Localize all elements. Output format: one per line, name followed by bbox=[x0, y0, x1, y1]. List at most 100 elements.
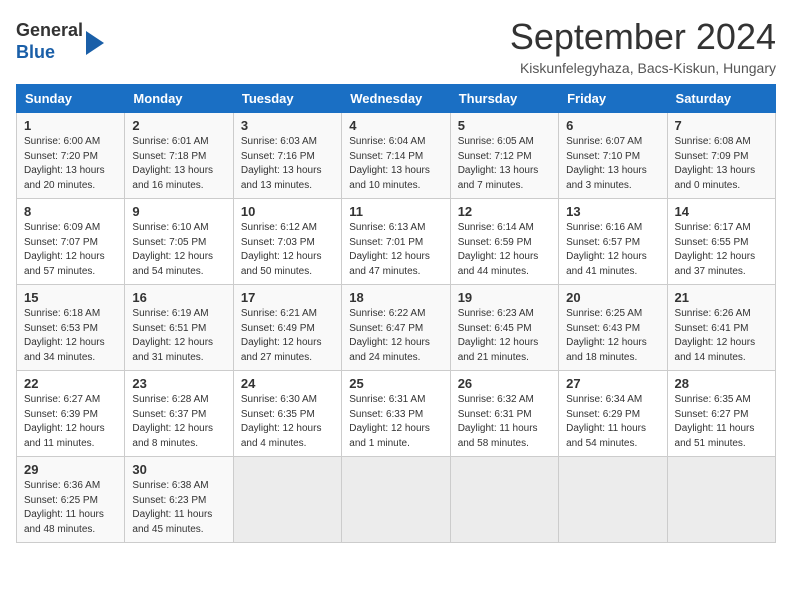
day-info: Sunrise: 6:04 AMSunset: 7:14 PMDaylight:… bbox=[349, 135, 442, 193]
col-saturday: Saturday bbox=[667, 85, 775, 113]
day-number: 30 bbox=[132, 462, 225, 477]
day-info: Sunrise: 6:07 AMSunset: 7:10 PMDaylight:… bbox=[566, 135, 659, 193]
day-info: Sunrise: 6:18 AMSunset: 6:53 PMDaylight:… bbox=[24, 307, 117, 365]
table-row: 23Sunrise: 6:28 AMSunset: 6:37 PMDayligh… bbox=[125, 371, 233, 457]
day-info: Sunrise: 6:30 AMSunset: 6:35 PMDaylight:… bbox=[241, 393, 334, 451]
calendar-week-5: 29 Sunrise: 6:36 AMSunset: 6:25 PMDayligh… bbox=[17, 457, 776, 543]
table-row bbox=[233, 457, 341, 543]
day-info: Sunrise: 6:08 AMSunset: 7:09 PMDaylight:… bbox=[675, 135, 768, 193]
day-info: Sunrise: 6:00 AMSunset: 7:20 PMDaylight:… bbox=[24, 135, 117, 193]
day-number: 7 bbox=[675, 118, 768, 133]
page-header: General Blue September 2024 Kiskunfelegy… bbox=[16, 16, 776, 76]
table-row bbox=[667, 457, 775, 543]
day-info: Sunrise: 6:31 AMSunset: 6:33 PMDaylight:… bbox=[349, 393, 442, 451]
day-number: 18 bbox=[349, 290, 442, 305]
table-row: 11 Sunrise: 6:13 AMSunset: 7:01 PMDayligh… bbox=[342, 199, 450, 285]
day-number: 2 bbox=[132, 118, 225, 133]
day-number: 16 bbox=[132, 290, 225, 305]
day-number: 28 bbox=[675, 376, 768, 391]
day-info: Sunrise: 6:21 AMSunset: 6:49 PMDaylight:… bbox=[241, 307, 334, 365]
calendar-week-4: 22 Sunrise: 6:27 AMSunset: 6:39 PMDayligh… bbox=[17, 371, 776, 457]
day-number: 14 bbox=[675, 204, 768, 219]
table-row: 1 Sunrise: 6:00 AMSunset: 7:20 PMDaylight… bbox=[17, 113, 125, 199]
table-row: 6 Sunrise: 6:07 AMSunset: 7:10 PMDaylight… bbox=[559, 113, 667, 199]
day-number: 24 bbox=[241, 376, 334, 391]
logo-blue: Blue bbox=[16, 42, 55, 62]
table-row: 10 Sunrise: 6:12 AMSunset: 7:03 PMDayligh… bbox=[233, 199, 341, 285]
day-number: 19 bbox=[458, 290, 551, 305]
day-number: 6 bbox=[566, 118, 659, 133]
day-number: 3 bbox=[241, 118, 334, 133]
table-row: 30 Sunrise: 6:38 AMSunset: 6:23 PMDayligh… bbox=[125, 457, 233, 543]
day-number: 13 bbox=[566, 204, 659, 219]
day-number: 15 bbox=[24, 290, 117, 305]
table-row: 12Sunrise: 6:14 AMSunset: 6:59 PMDayligh… bbox=[450, 199, 558, 285]
day-number: 5 bbox=[458, 118, 551, 133]
day-number: 10 bbox=[241, 204, 334, 219]
calendar-header-row: Sunday Monday Tuesday Wednesday Thursday… bbox=[17, 85, 776, 113]
table-row: 21 Sunrise: 6:26 AMSunset: 6:41 PMDayligh… bbox=[667, 285, 775, 371]
table-row: 27Sunrise: 6:34 AMSunset: 6:29 PMDayligh… bbox=[559, 371, 667, 457]
day-number: 21 bbox=[675, 290, 768, 305]
day-info: Sunrise: 6:14 AMSunset: 6:59 PMDaylight:… bbox=[458, 221, 551, 279]
table-row: 8Sunrise: 6:09 AMSunset: 7:07 PMDaylight… bbox=[17, 199, 125, 285]
table-row: 18Sunrise: 6:22 AMSunset: 6:47 PMDayligh… bbox=[342, 285, 450, 371]
day-info: Sunrise: 6:34 AMSunset: 6:29 PMDaylight:… bbox=[566, 393, 659, 451]
calendar-week-1: 1 Sunrise: 6:00 AMSunset: 7:20 PMDaylight… bbox=[17, 113, 776, 199]
table-row bbox=[342, 457, 450, 543]
table-row: 26 Sunrise: 6:32 AMSunset: 6:31 PMDayligh… bbox=[450, 371, 558, 457]
logo: General Blue bbox=[16, 20, 104, 63]
day-info: Sunrise: 6:38 AMSunset: 6:23 PMDaylight:… bbox=[132, 479, 225, 537]
day-number: 26 bbox=[458, 376, 551, 391]
table-row: 22 Sunrise: 6:27 AMSunset: 6:39 PMDayligh… bbox=[17, 371, 125, 457]
col-tuesday: Tuesday bbox=[233, 85, 341, 113]
table-row: 2 Sunrise: 6:01 AMSunset: 7:18 PMDaylight… bbox=[125, 113, 233, 199]
day-info: Sunrise: 6:12 AMSunset: 7:03 PMDaylight:… bbox=[241, 221, 334, 279]
calendar-week-2: 8Sunrise: 6:09 AMSunset: 7:07 PMDaylight… bbox=[17, 199, 776, 285]
table-row: 15 Sunrise: 6:18 AMSunset: 6:53 PMDayligh… bbox=[17, 285, 125, 371]
table-row: 20 Sunrise: 6:25 AMSunset: 6:43 PMDayligh… bbox=[559, 285, 667, 371]
table-row: 29 Sunrise: 6:36 AMSunset: 6:25 PMDayligh… bbox=[17, 457, 125, 543]
table-row: 5 Sunrise: 6:05 AMSunset: 7:12 PMDaylight… bbox=[450, 113, 558, 199]
col-thursday: Thursday bbox=[450, 85, 558, 113]
table-row: 24 Sunrise: 6:30 AMSunset: 6:35 PMDayligh… bbox=[233, 371, 341, 457]
day-info: Sunrise: 6:36 AMSunset: 6:25 PMDaylight:… bbox=[24, 479, 117, 537]
day-number: 25 bbox=[349, 376, 442, 391]
day-number: 11 bbox=[349, 204, 442, 219]
day-info: Sunrise: 6:01 AMSunset: 7:18 PMDaylight:… bbox=[132, 135, 225, 193]
table-row: 13 Sunrise: 6:16 AMSunset: 6:57 PMDayligh… bbox=[559, 199, 667, 285]
day-info: Sunrise: 6:17 AMSunset: 6:55 PMDaylight:… bbox=[675, 221, 768, 279]
day-info: Sunrise: 6:27 AMSunset: 6:39 PMDaylight:… bbox=[24, 393, 117, 451]
day-number: 29 bbox=[24, 462, 117, 477]
location-subtitle: Kiskunfelegyhaza, Bacs-Kiskun, Hungary bbox=[510, 60, 776, 76]
table-row: 14 Sunrise: 6:17 AMSunset: 6:55 PMDayligh… bbox=[667, 199, 775, 285]
logo-arrow-icon bbox=[86, 31, 104, 55]
day-number: 1 bbox=[24, 118, 117, 133]
day-info: Sunrise: 6:13 AMSunset: 7:01 PMDaylight:… bbox=[349, 221, 442, 279]
table-row: 3Sunrise: 6:03 AMSunset: 7:16 PMDaylight… bbox=[233, 113, 341, 199]
day-info: Sunrise: 6:05 AMSunset: 7:12 PMDaylight:… bbox=[458, 135, 551, 193]
day-number: 9 bbox=[132, 204, 225, 219]
table-row bbox=[559, 457, 667, 543]
day-number: 20 bbox=[566, 290, 659, 305]
day-info: Sunrise: 6:16 AMSunset: 6:57 PMDaylight:… bbox=[566, 221, 659, 279]
col-wednesday: Wednesday bbox=[342, 85, 450, 113]
col-friday: Friday bbox=[559, 85, 667, 113]
day-info: Sunrise: 6:23 AMSunset: 6:45 PMDaylight:… bbox=[458, 307, 551, 365]
calendar-week-3: 15 Sunrise: 6:18 AMSunset: 6:53 PMDayligh… bbox=[17, 285, 776, 371]
day-info: Sunrise: 6:25 AMSunset: 6:43 PMDaylight:… bbox=[566, 307, 659, 365]
col-sunday: Sunday bbox=[17, 85, 125, 113]
day-info: Sunrise: 6:26 AMSunset: 6:41 PMDaylight:… bbox=[675, 307, 768, 365]
table-row: 7 Sunrise: 6:08 AMSunset: 7:09 PMDaylight… bbox=[667, 113, 775, 199]
day-number: 22 bbox=[24, 376, 117, 391]
day-info: Sunrise: 6:10 AMSunset: 7:05 PMDaylight:… bbox=[132, 221, 225, 279]
day-info: Sunrise: 6:32 AMSunset: 6:31 PMDaylight:… bbox=[458, 393, 551, 451]
table-row: 9 Sunrise: 6:10 AMSunset: 7:05 PMDaylight… bbox=[125, 199, 233, 285]
table-row: 16 Sunrise: 6:19 AMSunset: 6:51 PMDayligh… bbox=[125, 285, 233, 371]
day-info: Sunrise: 6:35 AMSunset: 6:27 PMDaylight:… bbox=[675, 393, 768, 451]
day-info: Sunrise: 6:19 AMSunset: 6:51 PMDaylight:… bbox=[132, 307, 225, 365]
table-row bbox=[450, 457, 558, 543]
day-number: 23 bbox=[132, 376, 225, 391]
table-row: 28 Sunrise: 6:35 AMSunset: 6:27 PMDayligh… bbox=[667, 371, 775, 457]
day-number: 17 bbox=[241, 290, 334, 305]
